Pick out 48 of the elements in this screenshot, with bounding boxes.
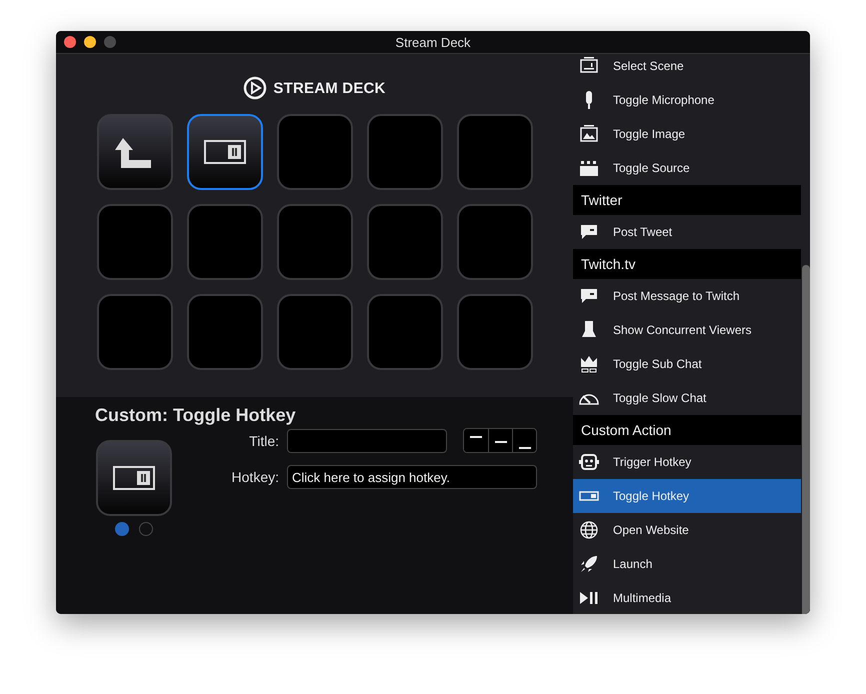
minimize-button[interactable] bbox=[84, 36, 96, 48]
rocket-icon bbox=[579, 554, 599, 574]
action-item[interactable]: Show Concurrent Viewers bbox=[573, 313, 801, 347]
window-title: Stream Deck bbox=[395, 34, 471, 50]
alignment-button[interactable] bbox=[464, 429, 488, 452]
image-icon bbox=[579, 124, 599, 144]
action-item[interactable]: Launch bbox=[573, 547, 801, 581]
scene-icon bbox=[579, 56, 599, 76]
action-item[interactable]: Post Tweet bbox=[573, 215, 801, 249]
deck-key[interactable] bbox=[186, 114, 262, 190]
action-item[interactable]: Toggle Sub Chat bbox=[573, 347, 801, 381]
title-label: Title: bbox=[248, 432, 279, 448]
category-header: Twitter bbox=[573, 185, 801, 215]
speech-bubble-icon bbox=[579, 222, 599, 242]
hotkey-label: Hotkey: bbox=[230, 469, 279, 485]
close-button[interactable] bbox=[64, 36, 76, 48]
logo-text: STREAM DECK bbox=[273, 80, 386, 96]
robot-icon bbox=[579, 452, 599, 472]
speech-bubble-icon bbox=[579, 286, 599, 306]
toggle-switch-icon bbox=[113, 466, 155, 490]
globe-icon bbox=[579, 520, 599, 540]
deck-key[interactable] bbox=[96, 114, 172, 190]
crown-icon bbox=[579, 354, 599, 374]
action-item[interactable]: Toggle Source bbox=[573, 151, 801, 185]
action-item[interactable]: Post Message to Twitch bbox=[573, 279, 801, 313]
toggle-switch-icon bbox=[204, 140, 246, 164]
action-item[interactable]: Select Scene bbox=[573, 54, 801, 83]
action-item[interactable]: Toggle Image bbox=[573, 117, 801, 151]
state-dot[interactable] bbox=[115, 522, 129, 536]
action-item[interactable]: Open Website bbox=[573, 513, 801, 547]
title-field[interactable] bbox=[287, 428, 447, 452]
scrollbar-thumb[interactable] bbox=[802, 265, 810, 614]
category-header: Twitch.tv bbox=[573, 249, 801, 279]
state-dot[interactable] bbox=[139, 522, 153, 536]
action-heading: Custom: Toggle Hotkey bbox=[95, 405, 297, 426]
category-header: Custom Action bbox=[573, 415, 801, 445]
clapperboard-icon bbox=[579, 158, 599, 178]
action-item[interactable]: Toggle Microphone bbox=[573, 83, 801, 117]
alignment-button[interactable] bbox=[512, 429, 536, 452]
action-item[interactable]: Trigger Hotkey bbox=[573, 445, 801, 479]
alignment-button[interactable] bbox=[488, 429, 512, 452]
action-item[interactable]: Multimedia bbox=[573, 581, 801, 614]
hotkey-field[interactable]: Click here to assign hotkey. bbox=[287, 465, 537, 489]
action-item[interactable]: Toggle Slow Chat bbox=[573, 381, 801, 415]
logo-icon bbox=[243, 76, 268, 100]
action-item[interactable]: Toggle Hotkey bbox=[573, 479, 801, 513]
zoom-button[interactable] bbox=[104, 36, 116, 48]
person-icon bbox=[579, 320, 599, 340]
